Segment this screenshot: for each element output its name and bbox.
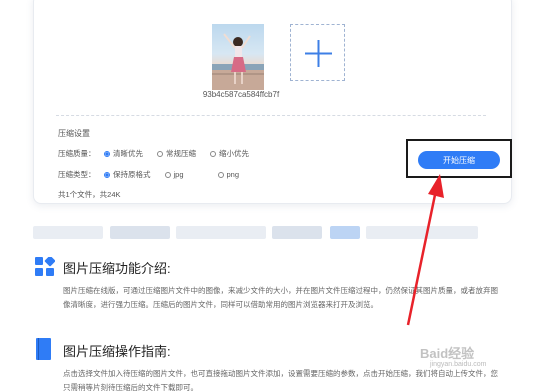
type-option-png[interactable]: png <box>217 170 240 179</box>
quality-label: 压缩质量： <box>58 149 96 158</box>
plus-icon <box>305 40 332 67</box>
type-option-label: png <box>226 170 240 179</box>
type-option-keep-format[interactable]: 保持原格式 <box>104 169 151 180</box>
guide-book-icon <box>36 338 51 360</box>
watermark-url: jingyan.baidu.com <box>430 361 487 368</box>
divider <box>56 115 486 116</box>
radio-icon[interactable] <box>164 171 171 178</box>
type-option-label: 保持原格式 <box>113 170 151 179</box>
settings-title: 压缩设置 <box>58 129 90 138</box>
blurred-bar <box>366 226 478 239</box>
blurred-bar <box>110 226 170 239</box>
uploaded-file-name: 93b4c587ca584ffcb7f <box>202 90 280 99</box>
feature-intro-text: 图片压缩在线版，可通过压缩图片文件中的图像，来减少文件的大小，并在图片文件压缩过… <box>63 286 498 309</box>
type-row: 压缩类型： 保持原格式 jpg png <box>58 169 253 180</box>
radio-icon[interactable] <box>210 150 216 157</box>
watermark-logo: Baid经验 <box>420 346 475 361</box>
uploaded-image-thumbnail[interactable] <box>212 24 264 90</box>
type-option-jpg[interactable]: jpg <box>164 170 184 179</box>
blurred-bar <box>176 226 266 239</box>
blurred-bar <box>272 226 322 239</box>
type-label: 压缩类型： <box>58 170 96 179</box>
feature-grid-icon <box>35 257 55 276</box>
guide-title: 图片压缩操作指南: <box>63 344 171 359</box>
radio-icon[interactable] <box>217 171 224 178</box>
quality-option-label: 缩小优先 <box>219 149 249 158</box>
type-option-label: jpg <box>173 170 184 179</box>
quality-option-label: 常规压缩 <box>166 149 196 158</box>
quality-option-clear[interactable]: 清晰优先 <box>104 148 143 159</box>
radio-selected-icon[interactable] <box>104 150 110 157</box>
quality-row: 压缩质量： 清晰优先 常规压缩 缩小优先 <box>58 148 263 159</box>
start-compress-button[interactable]: 开始压缩 <box>418 151 500 169</box>
radio-selected-icon[interactable] <box>104 171 110 178</box>
radio-icon[interactable] <box>157 150 163 157</box>
quality-option-smaller[interactable]: 缩小优先 <box>210 148 249 159</box>
blurred-bar <box>33 226 103 239</box>
feature-intro-title: 图片压缩功能介绍: <box>63 261 171 276</box>
quality-option-normal[interactable]: 常规压缩 <box>157 148 196 159</box>
files-summary: 共1个文件，共24K <box>58 190 121 199</box>
add-file-button[interactable] <box>290 24 345 81</box>
guide-text: 点击选择文件加入待压缩的图片文件，也可直接拖动图片文件添加，设置需要压缩的参数，… <box>63 369 498 392</box>
blurred-bar <box>330 226 360 239</box>
quality-option-label: 清晰优先 <box>113 149 143 158</box>
